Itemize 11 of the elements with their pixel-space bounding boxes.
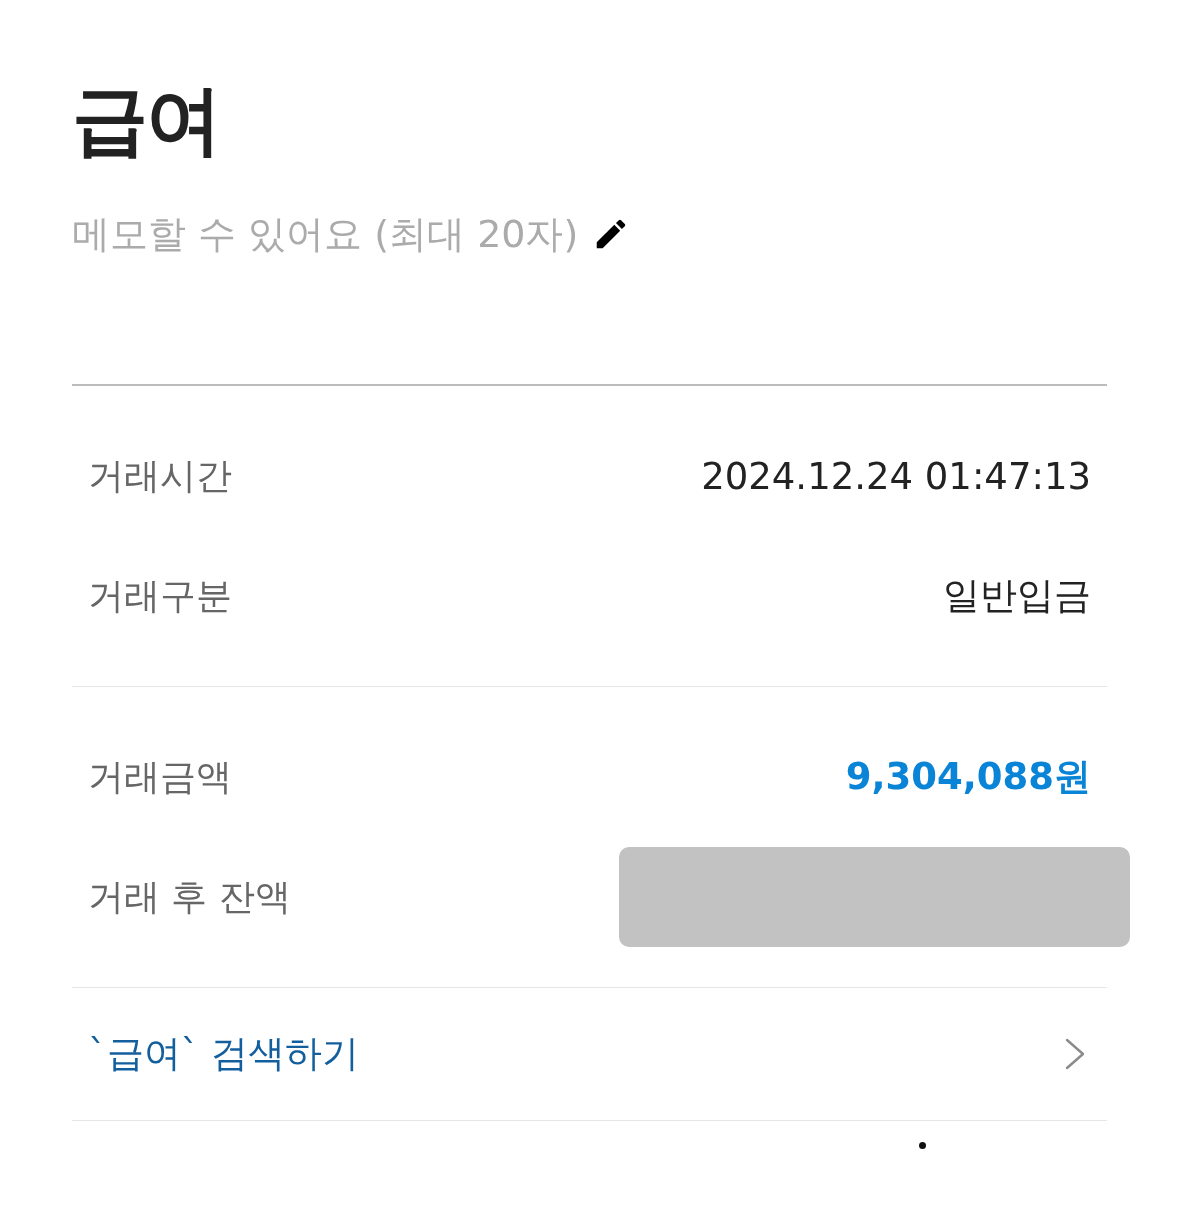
detail-label: 거래 후 잔액 [88, 874, 291, 919]
detail-label: 거래구분 [88, 573, 232, 618]
dot-icon [919, 1142, 926, 1149]
amount-value: 9,304,088원 [845, 754, 1091, 800]
detail-value: 2024.12.24 01:47:13 [701, 454, 1091, 498]
search-link[interactable]: `급여` 검색하기 [72, 988, 1107, 1120]
detail-label: 거래금액 [88, 754, 232, 799]
page-title: 급여 [72, 74, 221, 166]
detail-value: 일반입금 [943, 573, 1091, 619]
chevron-right-icon [1065, 1038, 1085, 1070]
detail-label: 거래시간 [88, 453, 232, 498]
